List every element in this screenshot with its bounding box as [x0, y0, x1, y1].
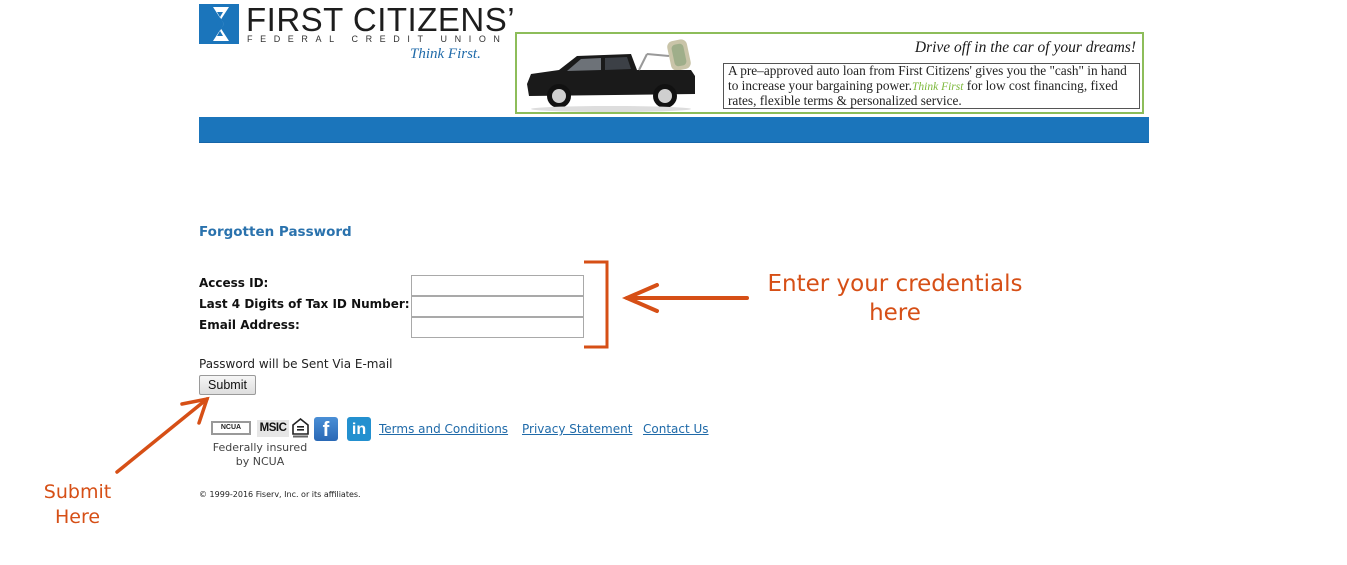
credentials-bracket	[584, 260, 609, 349]
banner-highlight: Think First	[912, 80, 964, 93]
submit-arrow-icon	[115, 396, 210, 474]
header-nav-bar	[199, 117, 1149, 143]
tax-id-label: Last 4 Digits of Tax ID Number:	[199, 297, 410, 311]
contact-link[interactable]: Contact Us	[643, 422, 709, 436]
banner-headline: Drive off in the car of your dreams!	[914, 39, 1136, 56]
msic-badge: MSIC	[257, 420, 289, 437]
logo-name: FIRST CITIZENS’	[246, 1, 516, 38]
copyright: © 1999-2016 Fiserv, Inc. or its affiliat…	[199, 490, 361, 499]
email-input[interactable]	[411, 317, 584, 338]
submit-button[interactable]: Submit	[199, 375, 256, 395]
linkedin-icon[interactable]: in	[347, 417, 371, 441]
logo-mark-icon	[199, 4, 239, 44]
submit-annotation: Submit Here	[43, 481, 112, 528]
first-citizens-logo[interactable]: FIRST CITIZENS’ FEDERAL CREDIT UNION Thi…	[199, 2, 515, 66]
banner-description: A pre–approved auto loan from First Citi…	[723, 63, 1140, 109]
truck-image-icon	[527, 39, 695, 112]
access-id-label: Access ID:	[199, 276, 269, 290]
ncua-badge: NCUA	[211, 421, 251, 435]
facebook-icon[interactable]: f	[314, 417, 338, 441]
email-label: Email Address:	[199, 318, 300, 332]
insured-text: Federally insured by NCUA	[212, 441, 308, 468]
credentials-annotation: Enter your credentials here	[767, 271, 1023, 326]
password-email-note: Password will be Sent Via E-mail	[199, 357, 393, 371]
page-title: Forgotten Password	[199, 224, 352, 240]
privacy-link[interactable]: Privacy Statement	[522, 422, 632, 436]
logo-subtitle: FEDERAL CREDIT UNION	[247, 34, 508, 44]
tax-id-input[interactable]	[411, 296, 584, 317]
terms-link[interactable]: Terms and Conditions	[379, 422, 508, 436]
credentials-arrow-icon	[621, 283, 749, 313]
logo-tagline: Think First.	[410, 46, 481, 62]
equal-housing-icon	[292, 418, 309, 438]
auto-loan-banner[interactable]: Drive off in the car of your dreams! A p…	[515, 32, 1144, 114]
access-id-input[interactable]	[411, 275, 584, 296]
